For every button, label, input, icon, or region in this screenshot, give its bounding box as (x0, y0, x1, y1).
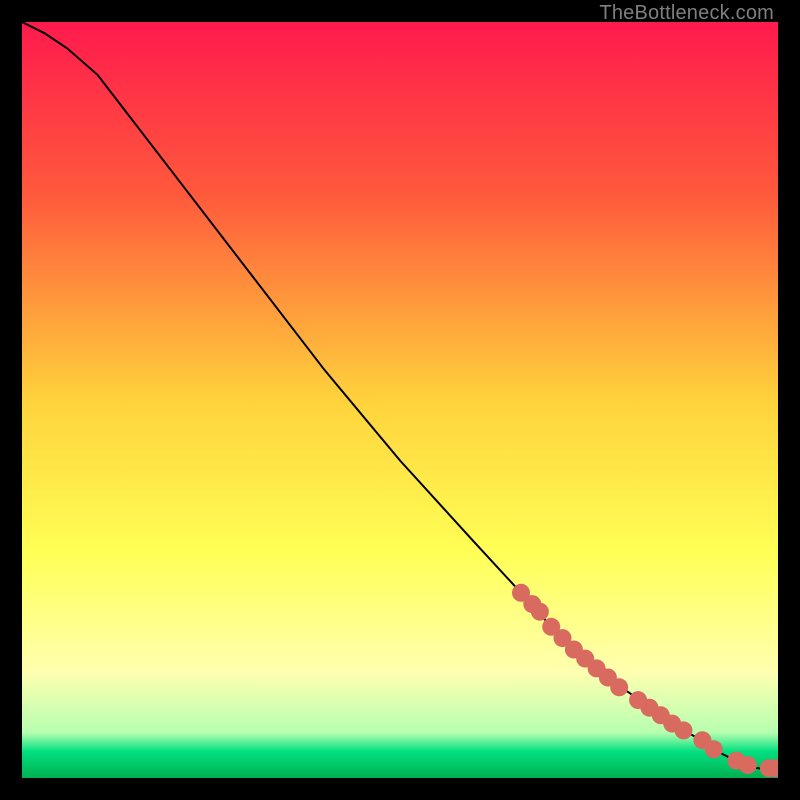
bottleneck-chart (22, 22, 778, 778)
gradient-background (22, 22, 778, 778)
hotspot-dot (531, 603, 549, 621)
hotspot-dot (739, 756, 757, 774)
hotspot-dot (705, 740, 723, 758)
hotspot-dot (610, 678, 628, 696)
chart-frame (22, 22, 778, 778)
hotspot-dot (675, 721, 693, 739)
attribution-label: TheBottleneck.com (599, 2, 774, 25)
